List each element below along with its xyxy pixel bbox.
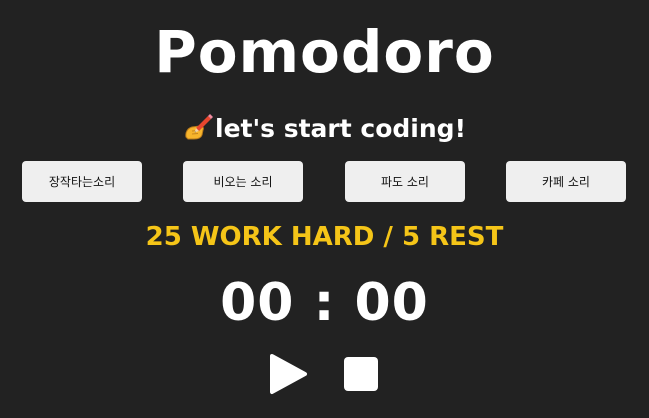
writing-hand-icon xyxy=(183,113,214,141)
subtitle: let's start coding! xyxy=(0,112,649,146)
sound-button-rain[interactable]: 비오는 소리 xyxy=(183,161,303,202)
sound-button-group: 장작타는소리 비오는 소리 파도 소리 카페 소리 xyxy=(0,161,649,202)
timer-display: 00 : 00 xyxy=(220,273,429,333)
pomodoro-app: Pomodoro let's start coding! 장작타는소리 비오는 … xyxy=(0,0,649,418)
page-title: Pomodoro xyxy=(154,18,495,86)
stop-icon xyxy=(344,357,378,391)
stop-button[interactable] xyxy=(339,352,383,396)
sound-button-waves[interactable]: 파도 소리 xyxy=(345,161,465,202)
mode-label: 25 WORK HARD / 5 REST xyxy=(145,222,504,252)
sound-button-cafe[interactable]: 카페 소리 xyxy=(506,161,626,202)
timer-controls xyxy=(0,352,649,396)
subtitle-text: let's start coding! xyxy=(215,114,466,143)
sound-button-fireplace[interactable]: 장작타는소리 xyxy=(22,161,142,202)
play-icon xyxy=(270,354,307,394)
play-button[interactable] xyxy=(266,352,310,396)
